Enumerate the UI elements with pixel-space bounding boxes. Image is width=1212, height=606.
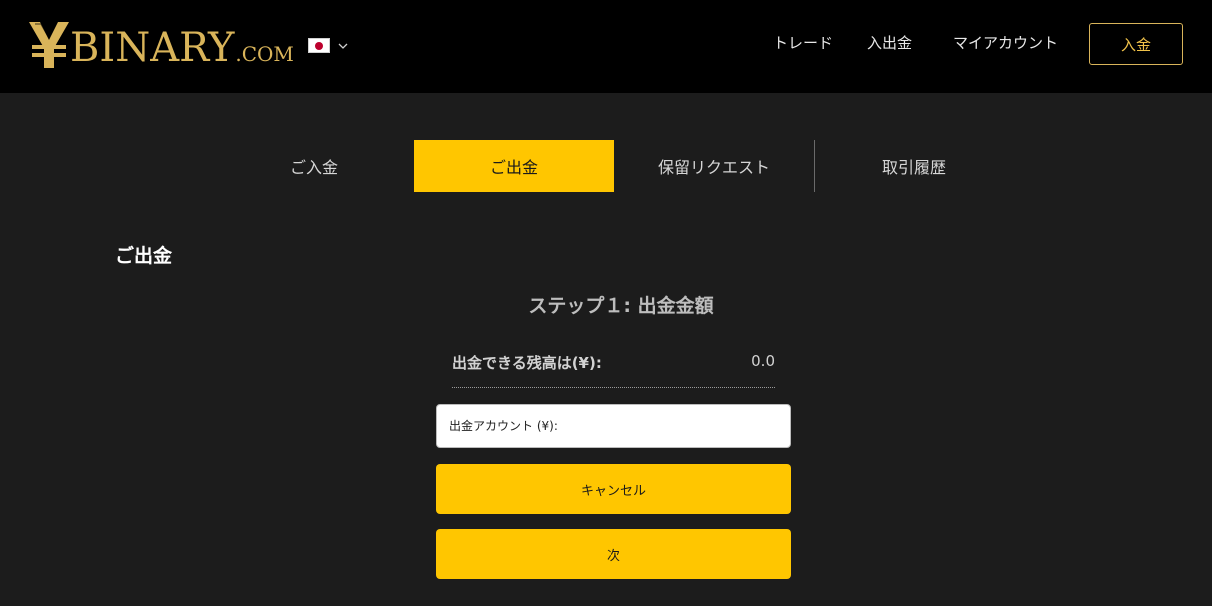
cashier-tabs: ご入金 ご出金 保留リクエスト 取引履歴 xyxy=(214,140,1014,192)
main-nav: トレード 入出金 マイアカウント xyxy=(0,32,1212,52)
tab-pending-requests[interactable]: 保留リクエスト xyxy=(614,140,814,192)
balance-label: 出金できる残高は(¥): xyxy=(452,354,602,372)
site-header: BINARY .COM トレード 入出金 マイアカウント 入金 xyxy=(0,0,1212,93)
deposit-button[interactable]: 入金 xyxy=(1089,23,1183,65)
tab-deposit[interactable]: ご入金 xyxy=(214,140,414,192)
step-title: ステップ１: 出金金額 xyxy=(528,295,714,317)
available-balance-row: 出金できる残高は(¥): 0.0 xyxy=(452,352,775,388)
balance-value: 0.0 xyxy=(751,352,775,370)
tab-withdraw[interactable]: ご出金 xyxy=(414,140,614,192)
nav-trade[interactable]: トレード xyxy=(773,32,833,53)
nav-my-account[interactable]: マイアカウント xyxy=(953,32,1058,53)
withdraw-amount-input[interactable] xyxy=(436,404,791,448)
nav-cashier[interactable]: 入出金 xyxy=(867,32,912,53)
next-button[interactable]: 次 xyxy=(436,529,791,579)
cancel-button[interactable]: キャンセル xyxy=(436,464,791,514)
tab-transaction-history[interactable]: 取引履歴 xyxy=(814,140,1014,192)
section-title: ご出金 xyxy=(115,245,173,267)
